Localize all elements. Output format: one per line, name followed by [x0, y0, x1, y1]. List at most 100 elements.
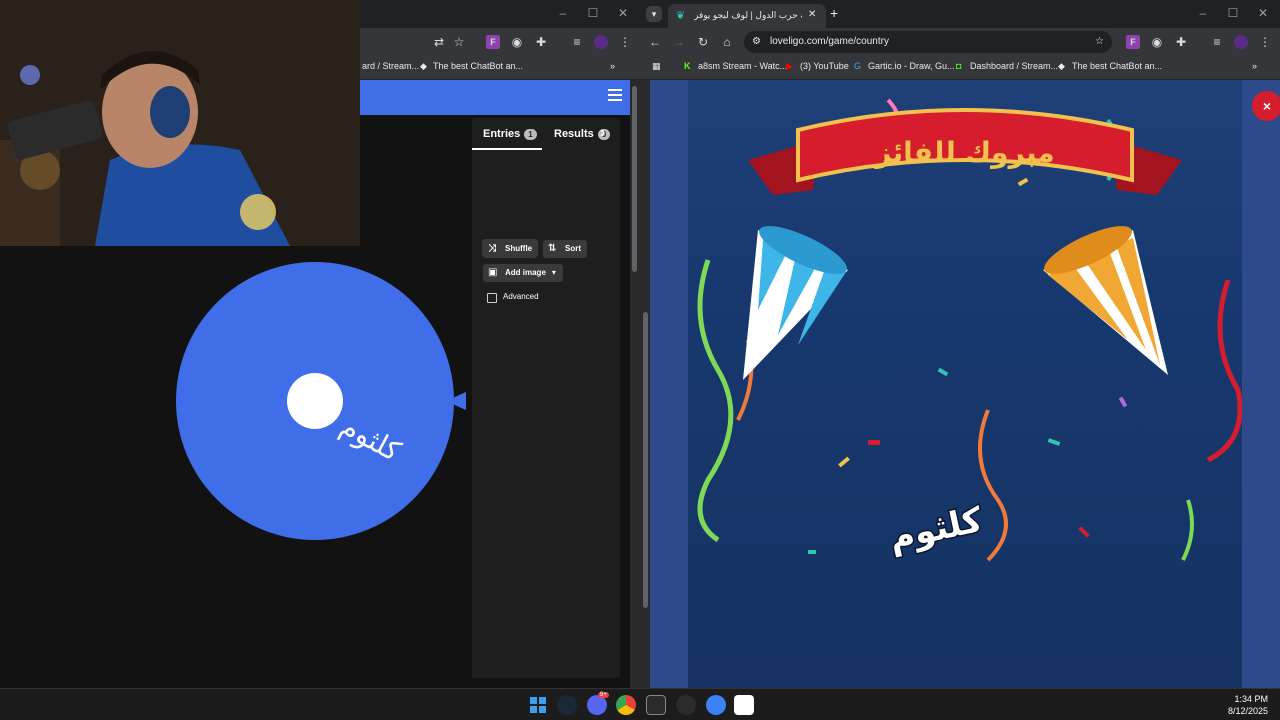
right-tab-strip: ▾ ❦ لعبة حرب الدول | لوف ليجو يوفر ✕ + –…	[640, 0, 1280, 28]
app-header	[360, 80, 630, 115]
bookmarks-overflow-icon[interactable]: »	[1252, 61, 1257, 71]
profile-avatar-icon[interactable]	[594, 35, 608, 49]
tab-entries-label: Entries	[483, 128, 521, 140]
spin-wheel[interactable]: كلثوم	[176, 262, 454, 540]
clock-time: 1:34 PM	[1234, 694, 1268, 704]
advanced-checkbox[interactable]	[487, 293, 497, 303]
bookmark-chatbot-icon: ◆	[420, 61, 427, 71]
hamburger-menu-icon[interactable]	[608, 89, 622, 103]
entries-count-badge: 1	[524, 128, 537, 140]
celebration-scene: مبروك للفائز كلثوم	[688, 80, 1243, 688]
shuffle-label: Shuffle	[505, 244, 533, 253]
wheel-pointer-icon	[446, 392, 466, 410]
tab-results-label: Results	[554, 128, 594, 140]
game-page: مبروك للفائز كلثوم ×	[650, 80, 1280, 688]
close-window-icon[interactable]: ✕	[1248, 6, 1278, 20]
bookmark-item[interactable]: (3) YouTube	[800, 61, 849, 71]
system-clock[interactable]: 1:34 PM 8/12/2025	[1228, 693, 1268, 717]
entries-panel: Entries 1 Results 0 › ⤨ Shuffle ⇅ Sort ▣ Add …	[472, 118, 620, 678]
active-tab[interactable]: ❦ لعبة حرب الدول | لوف ليجو يوفر ✕	[668, 4, 826, 28]
windows-start-icon[interactable]	[528, 695, 548, 715]
chatbot-icon: ◆	[1058, 61, 1065, 71]
sort-button[interactable]: ⇅ Sort	[543, 240, 587, 258]
forward-arrow-icon[interactable]: →	[672, 35, 686, 49]
active-tab-indicator	[472, 148, 542, 150]
home-icon[interactable]: ⌂	[720, 35, 734, 49]
advanced-label: Advanced	[503, 292, 539, 301]
image-icon: ▣	[488, 267, 498, 278]
sort-icon: ⇅	[548, 243, 557, 254]
translate-icon[interactable]: ⇄	[432, 35, 446, 49]
chevron-down-icon: ▾	[551, 268, 556, 277]
site-favicon-icon: ❦	[676, 10, 686, 22]
bookmark-item[interactable]: Gartic.io - Draw, Gu...	[868, 61, 955, 71]
bookmark-item[interactable]: ard / Stream...	[362, 61, 419, 71]
shuffle-button[interactable]: ⤨ Shuffle	[483, 240, 537, 258]
address-bar[interactable]: ⚙ loveligo.com/game/country ☆	[744, 31, 1112, 53]
kick-icon: K	[684, 61, 691, 71]
tab-search-icon[interactable]: ▾	[646, 6, 662, 22]
right-scroll-thumb[interactable]	[643, 312, 648, 608]
dashboard-icon: ◘	[956, 61, 962, 71]
kebab-menu-icon[interactable]: ⋮	[618, 35, 632, 49]
extension-cookie-icon[interactable]: ◉	[510, 35, 524, 49]
bookmark-item[interactable]: The best ChatBot an...	[433, 61, 523, 71]
extension-f-icon[interactable]: F	[486, 35, 500, 49]
tab-entries[interactable]: Entries 1	[483, 128, 537, 140]
right-browser-window: ▾ ❦ لعبة حرب الدول | لوف ليجو يوفر ✕ + –…	[640, 0, 1280, 688]
chrome-icon[interactable]	[616, 695, 636, 715]
left-browser-window: – ☐ ✕ ⇄ ☆ F ◉ ✚ ≡ ⋮ ard / Stream... ◆ Th…	[0, 0, 640, 688]
steam-icon[interactable]	[557, 695, 577, 715]
winner-name: كلثوم	[886, 500, 986, 559]
reload-icon[interactable]: ↻	[696, 35, 710, 49]
discord-icon[interactable]	[587, 695, 607, 715]
site-info-icon[interactable]: ⚙	[752, 31, 761, 53]
media-queue-icon[interactable]: ≡	[570, 35, 584, 49]
maximize-icon[interactable]: ☐	[578, 6, 608, 20]
extension-cookie-icon[interactable]: ◉	[1150, 35, 1164, 49]
capcut-icon[interactable]	[734, 695, 754, 715]
gartic-icon: G	[854, 61, 862, 71]
bookmark-item[interactable]: Dashboard / Stream...	[970, 61, 1058, 71]
clock-date: 8/12/2025	[1227, 706, 1268, 716]
extensions-puzzle-icon[interactable]: ✚	[534, 35, 548, 49]
webcam-overlay	[0, 0, 360, 246]
url-text: loveligo.com/game/country	[770, 36, 889, 47]
minimize-icon[interactable]: –	[548, 6, 578, 20]
add-image-label: Add image	[505, 268, 546, 277]
close-overlay-button[interactable]: ×	[1252, 91, 1280, 121]
taskbar: 9+ 1:34 PM 8/12/2025	[0, 688, 1280, 720]
extension-f-icon[interactable]: F	[1126, 35, 1140, 49]
bookmark-item[interactable]: The best ChatBot an...	[1072, 61, 1162, 71]
sort-label: Sort	[565, 244, 581, 253]
right-bookmarks-bar: ▦ K a8sm Stream - Watc... ▶ (3) YouTube …	[640, 56, 1280, 80]
profile-avatar-icon[interactable]	[1234, 35, 1248, 49]
shuffle-icon: ⤨	[488, 243, 496, 254]
left-scroll-thumb[interactable]	[632, 86, 637, 272]
maximize-icon[interactable]: ☐	[1218, 6, 1248, 20]
bookmark-star-icon[interactable]: ☆	[452, 35, 466, 49]
app-icon[interactable]	[646, 695, 666, 715]
wheel-center-hub[interactable]	[287, 373, 343, 429]
winner-banner-title: مبروك للفائز	[873, 136, 1055, 169]
youtube-icon: ▶	[786, 61, 793, 71]
chevron-right-icon[interactable]: ›	[600, 124, 605, 142]
extensions-puzzle-icon[interactable]: ✚	[1174, 35, 1188, 49]
minimize-icon[interactable]: –	[1188, 6, 1218, 20]
close-tab-icon[interactable]: ✕	[808, 9, 816, 20]
back-arrow-icon[interactable]: ←	[648, 35, 662, 49]
kebab-menu-icon[interactable]: ⋮	[1258, 35, 1272, 49]
right-toolbar: ← → ↻ ⌂ ⚙ loveligo.com/game/country ☆ F …	[640, 28, 1280, 56]
new-tab-icon[interactable]: +	[830, 5, 838, 21]
discord-notification-badge: 9+	[598, 692, 609, 698]
obs-icon[interactable]	[676, 695, 696, 715]
close-window-icon[interactable]: ✕	[608, 6, 638, 20]
apps-grid-icon[interactable]: ▦	[652, 61, 661, 72]
bookmark-star-icon[interactable]: ☆	[1095, 31, 1104, 53]
add-image-button[interactable]: ▣ Add image ▾	[483, 264, 563, 282]
bookmarks-overflow-icon[interactable]: »	[610, 61, 615, 71]
app-icon[interactable]	[706, 695, 726, 715]
media-queue-icon[interactable]: ≡	[1210, 35, 1224, 49]
bookmark-item[interactable]: a8sm Stream - Watc...	[698, 61, 787, 71]
tab-title: لعبة حرب الدول | لوف ليجو يوفر	[694, 10, 802, 20]
